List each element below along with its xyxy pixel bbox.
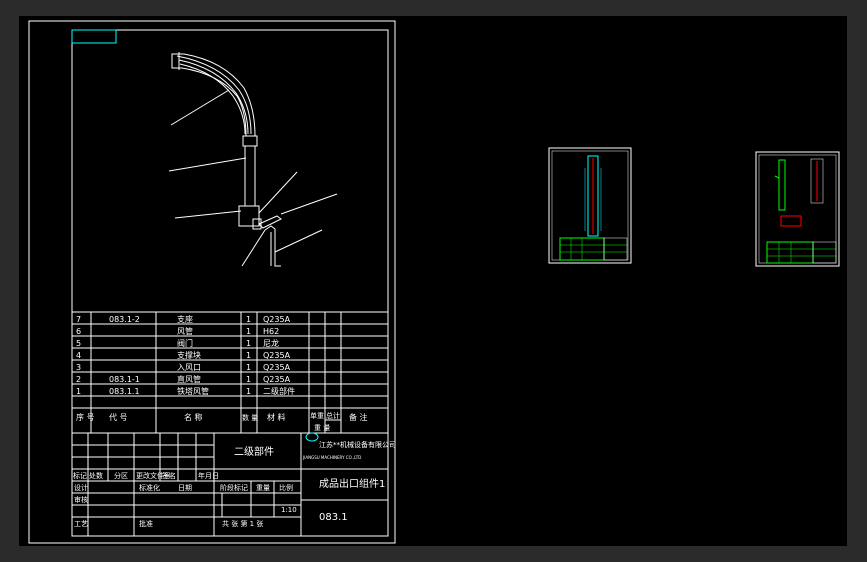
bom-row-qty: 1 bbox=[246, 375, 251, 384]
bom-row-name: 风管 bbox=[177, 326, 193, 336]
bom-row-no: 7 bbox=[76, 315, 81, 324]
bom-row-name: 入风口 bbox=[177, 363, 201, 372]
thumbnail-sheet-1[interactable] bbox=[548, 147, 632, 264]
sheet-outer-border bbox=[28, 20, 396, 544]
bom-header-weight: 重 量 bbox=[314, 424, 330, 432]
bom-row-no: 3 bbox=[76, 363, 81, 372]
bom-row-material: Q235A bbox=[263, 315, 291, 324]
bom-row-name: 支撑块 bbox=[177, 350, 201, 360]
bom-row-material: H62 bbox=[263, 327, 279, 336]
bom-row-name: 铁塔风管 bbox=[177, 386, 209, 396]
rev-label-mark: 标记 bbox=[73, 471, 87, 480]
bom-row-code: 083.1.1 bbox=[109, 387, 140, 396]
bom-header-single: 单重 bbox=[310, 411, 324, 420]
bom-row-material: Q235A bbox=[263, 363, 291, 372]
bom-row-name: 直风管 bbox=[177, 374, 201, 384]
scale-value: 1:10 bbox=[281, 506, 297, 514]
bom-header-note: 备 注 bbox=[349, 412, 368, 422]
bom-row-no: 4 bbox=[76, 351, 81, 360]
bom-row-qty: 1 bbox=[246, 315, 251, 324]
bom-row-qty: 1 bbox=[246, 327, 251, 336]
cad-drawing: 7 083.1-2 支座 1 Q235A 6 风管 1 H62 5 阀门 1 尼龙 4 支撑块 1 Q235A 3… bbox=[28, 20, 840, 544]
bom-header-material: 材 料 bbox=[267, 412, 286, 422]
date-label: 日期 bbox=[178, 484, 192, 492]
bom-row-no: 1 bbox=[76, 387, 81, 396]
bom-row-name: 支座 bbox=[177, 314, 193, 324]
company-logo-icon bbox=[305, 432, 319, 442]
bom-table: 7 083.1-2 支座 1 Q235A 6 风管 1 H62 5 阀门 1 尼龙 4 支撑块 1 Q235A 3… bbox=[76, 314, 295, 396]
bom-row-qty: 1 bbox=[246, 363, 251, 372]
title-block: 二级部件 江苏**机械设备有限公司 JIANGSU MACHINERY CO.,… bbox=[73, 440, 396, 528]
bom-row-code: 083.1-1 bbox=[109, 375, 140, 384]
role-design: 设计 bbox=[74, 483, 88, 492]
scale-label: 比例 bbox=[279, 483, 293, 492]
part-level-label: 二级部件 bbox=[234, 445, 274, 458]
bom-row-material: 二级部件 bbox=[263, 386, 295, 396]
drawing-number-box bbox=[71, 29, 117, 44]
bom-row-material: 尼龙 bbox=[263, 338, 279, 348]
role-process: 工艺 bbox=[74, 520, 88, 528]
thumbnail-sheet-2[interactable] bbox=[755, 151, 840, 267]
bom-row-name: 阀门 bbox=[177, 338, 193, 348]
rev-label-sign: 签名 bbox=[162, 471, 176, 480]
bom-header-name: 名 称 bbox=[184, 412, 203, 422]
bom-row-no: 6 bbox=[76, 327, 81, 336]
bom-row-qty: 1 bbox=[246, 339, 251, 348]
approve-label: 批准 bbox=[139, 519, 153, 528]
bom-header-no: 序 号 bbox=[76, 412, 95, 422]
bom-header-qty: 数 量 bbox=[242, 413, 258, 422]
bom-header: 序 号 代 号 名 称 数 量 材 料 单重 总计 重 量 备 注 bbox=[76, 411, 368, 432]
std-label: 标准化 bbox=[139, 483, 160, 492]
drawing-number: 083.1 bbox=[319, 512, 348, 523]
bom-row-qty: 1 bbox=[246, 351, 251, 360]
rev-label-date: 年月日 bbox=[198, 471, 219, 480]
bom-header-total: 总计 bbox=[326, 411, 340, 420]
company-name-en: JIANGSU MACHINERY CO.,LTD bbox=[302, 455, 361, 460]
bom-row-qty: 1 bbox=[246, 387, 251, 396]
sheet-inner-border bbox=[71, 29, 389, 537]
company-name: 江苏**机械设备有限公司 bbox=[319, 440, 396, 449]
sheet-count: 共 张 第 1 张 bbox=[222, 519, 263, 528]
bom-row-material: Q235A bbox=[263, 351, 291, 360]
assembly-view bbox=[168, 52, 338, 267]
weight-label: 重量 bbox=[256, 484, 270, 492]
rev-label-count: 处数 bbox=[89, 471, 103, 480]
rev-label-zone: 分区 bbox=[114, 471, 128, 480]
bom-row-material: Q235A bbox=[263, 375, 291, 384]
bom-row-no: 2 bbox=[76, 375, 81, 384]
bom-row-no: 5 bbox=[76, 339, 81, 348]
role-review: 审核 bbox=[74, 495, 88, 504]
stage-label: 阶段标记 bbox=[220, 483, 248, 492]
drawing-name: 成品出口组件1 bbox=[319, 477, 385, 490]
bom-row-code: 083.1-2 bbox=[109, 315, 140, 324]
bom-header-code: 代 号 bbox=[109, 412, 128, 422]
cad-drawing-canvas[interactable]: 7 083.1-2 支座 1 Q235A 6 风管 1 H62 5 阀门 1 尼龙 4 支撑块 1 Q235A 3… bbox=[19, 16, 847, 546]
